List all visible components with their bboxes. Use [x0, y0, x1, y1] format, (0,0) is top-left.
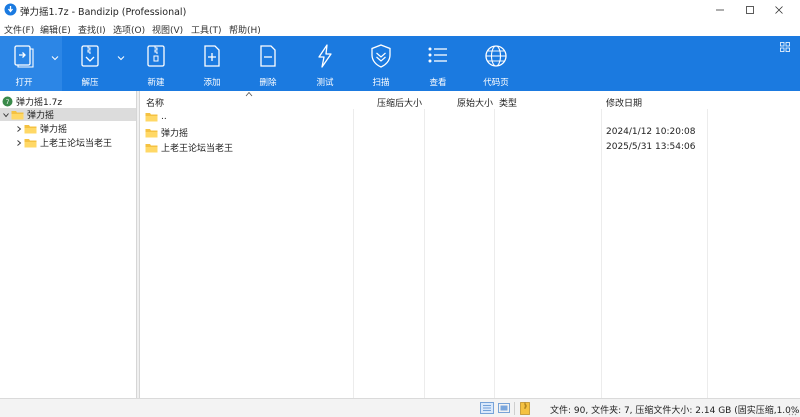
- delete-button[interactable]: 删除: [248, 36, 288, 91]
- table-row[interactable]: 弹力摇 2024/1/12 10:20:08: [141, 125, 800, 139]
- layout-grid-icon[interactable]: [780, 42, 790, 52]
- minimize-icon: [716, 9, 724, 11]
- folder-icon: [145, 113, 158, 122]
- maximize-icon: [746, 6, 754, 14]
- column-header-modified[interactable]: 修改日期: [606, 96, 642, 109]
- chevron-down-icon[interactable]: [1, 110, 11, 120]
- tree-item-label: 上老王论坛当老王: [40, 139, 113, 149]
- view-button[interactable]: 查看: [418, 36, 458, 91]
- file-modified-date: 2024/1/12 10:20:08: [606, 127, 696, 137]
- folder-open-icon: [11, 110, 24, 119]
- tree-item-folder[interactable]: 弹力摇: [0, 122, 136, 135]
- extract-zipper-icon: [81, 45, 99, 67]
- add-label: 添加: [203, 78, 221, 88]
- toolbar: 打开 解压 新建 添加 删除 测试 扫描 查看 代码页: [0, 36, 800, 91]
- codepage-label: 代码页: [483, 78, 509, 88]
- status-text: 文件: 90, 文件夹: 7, 压缩文件大小: 2.14 GB (固实压缩,1.…: [550, 406, 800, 416]
- minimize-button[interactable]: [705, 0, 735, 20]
- folder-icon: [24, 138, 37, 147]
- codepage-button[interactable]: 代码页: [475, 36, 517, 91]
- maximize-button[interactable]: [735, 0, 765, 20]
- tree-item-label: 弹力摇: [40, 125, 68, 135]
- add-button[interactable]: 添加: [192, 36, 232, 91]
- tree-root-label: 弹力摇1.7z: [16, 97, 63, 108]
- shield-icon: [371, 44, 391, 68]
- resize-grip-icon[interactable]: [788, 407, 797, 416]
- column-header-original-size[interactable]: 原始大小: [457, 96, 493, 109]
- details-view-icon[interactable]: [480, 402, 494, 414]
- archive-info-icon: [520, 402, 530, 415]
- delete-file-icon: [260, 45, 276, 67]
- close-icon: [775, 6, 783, 14]
- menu-edit[interactable]: 编辑(E): [40, 23, 71, 36]
- bandizip-app-icon[interactable]: [4, 3, 17, 16]
- file-name-cell: ..: [145, 112, 167, 122]
- archive-file-icon: 7: [2, 96, 13, 106]
- test-label: 测试: [316, 78, 334, 88]
- column-header-type[interactable]: 类型: [499, 96, 517, 109]
- thumbnail-view-icon[interactable]: [498, 402, 510, 414]
- file-name-label: 上老王论坛当老王: [161, 144, 234, 154]
- extract-dropdown-chevron-icon[interactable]: [116, 53, 126, 63]
- new-archive-button[interactable]: 新建: [136, 36, 176, 91]
- tree-root-archive[interactable]: 7 弹力摇1.7z: [2, 95, 63, 108]
- table-row[interactable]: 上老王论坛当老王 2025/5/31 13:54:06: [141, 140, 800, 154]
- window-title: 弹力摇1.7z - Bandizip (Professional): [20, 7, 187, 18]
- test-button[interactable]: 测试: [305, 36, 345, 91]
- column-header-compressed-size[interactable]: 压缩后大小: [377, 96, 422, 109]
- chevron-right-icon[interactable]: [14, 138, 24, 148]
- file-name-cell: 弹力摇: [145, 126, 188, 139]
- tree-item-root-folder[interactable]: 弹力摇: [0, 108, 136, 121]
- open-archive-icon: [14, 45, 34, 68]
- open-button[interactable]: 打开: [4, 36, 44, 91]
- menu-find[interactable]: 查找(I): [78, 23, 106, 36]
- file-name-cell: 上老王论坛当老王: [145, 141, 233, 154]
- pane-splitter[interactable]: [137, 91, 140, 398]
- new-archive-icon: [147, 45, 165, 67]
- menu-options[interactable]: 选项(O): [113, 23, 145, 36]
- folder-tree: 7 弹力摇1.7z 弹力摇 弹力摇 上老王论坛当老王: [0, 91, 137, 398]
- open-dropdown-chevron-icon[interactable]: [50, 53, 60, 63]
- open-label: 打开: [15, 78, 33, 88]
- add-file-icon: [204, 45, 220, 67]
- status-separator: [514, 402, 515, 415]
- tree-item-folder[interactable]: 上老王论坛当老王: [0, 136, 136, 149]
- tree-item-label: 弹力摇: [27, 111, 55, 121]
- title-bar: 弹力摇1.7z - Bandizip (Professional): [0, 0, 800, 20]
- menu-file[interactable]: 文件(F): [4, 23, 34, 36]
- file-name-label: 弹力摇: [161, 129, 189, 139]
- folder-icon: [24, 124, 37, 133]
- menu-tools[interactable]: 工具(T): [191, 23, 222, 36]
- menu-view[interactable]: 视图(V): [152, 23, 183, 36]
- folder-icon: [145, 128, 158, 137]
- chevron-right-icon[interactable]: [14, 124, 24, 134]
- file-modified-date: 2025/5/31 13:54:06: [606, 142, 696, 152]
- menu-help[interactable]: 帮助(H): [229, 23, 261, 36]
- column-header-name[interactable]: 名称: [146, 96, 164, 109]
- sort-ascending-icon: [245, 91, 253, 97]
- globe-icon: [485, 45, 507, 67]
- folder-icon: [145, 143, 158, 152]
- view-label: 查看: [429, 78, 447, 88]
- lightning-icon: [318, 44, 332, 68]
- list-view-icon: [428, 47, 447, 63]
- extract-label: 解压: [81, 78, 99, 88]
- new-label: 新建: [147, 78, 165, 88]
- svg-text:7: 7: [6, 99, 10, 106]
- scan-button[interactable]: 扫描: [361, 36, 401, 91]
- extract-button[interactable]: 解压: [70, 36, 110, 91]
- close-button[interactable]: [764, 0, 794, 20]
- scan-label: 扫描: [372, 78, 390, 88]
- delete-label: 删除: [259, 78, 277, 88]
- file-name-label: ..: [161, 112, 167, 122]
- status-bar: 文件: 90, 文件夹: 7, 压缩文件大小: 2.14 GB (固实压缩,1.…: [0, 398, 800, 417]
- menu-bar: 文件(F) 编辑(E) 查找(I) 选项(O) 视图(V) 工具(T) 帮助(H…: [0, 20, 800, 36]
- table-row[interactable]: ..: [141, 111, 800, 125]
- file-list: 名称 压缩后大小 原始大小 类型 修改日期 .. 弹力摇 2024/1/12 1…: [141, 91, 800, 398]
